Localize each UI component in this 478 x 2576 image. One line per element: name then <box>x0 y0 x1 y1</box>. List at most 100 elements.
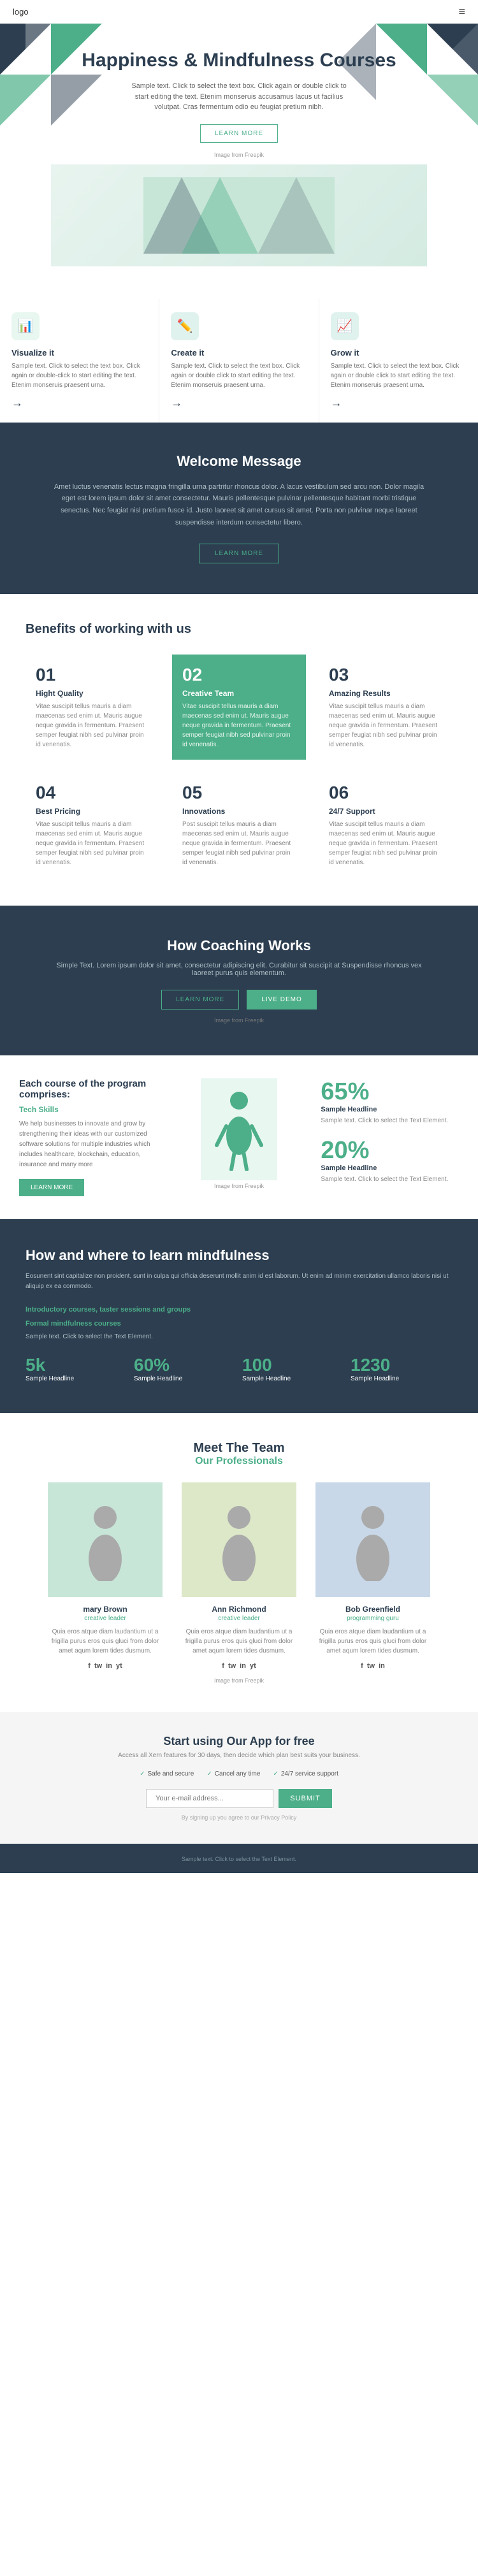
program-heading: Each course of the program comprises: <box>19 1078 157 1100</box>
submit-button[interactable]: SUBMIT <box>279 1789 332 1808</box>
header: logo ≡ <box>0 0 478 24</box>
mind-stat-item: 5k Sample Headline <box>25 1355 127 1385</box>
team-section: Meet The Team Our Professionals mary Bro… <box>0 1413 478 1712</box>
benefit-number: 03 <box>329 665 442 685</box>
benefit-text: Vitae suscipit tellus mauris a diam maec… <box>329 820 442 867</box>
avatar-silhouette-icon <box>80 1498 131 1581</box>
social-icon[interactable]: f <box>88 1662 91 1670</box>
email-form: SUBMIT <box>38 1789 440 1808</box>
app-cta-body: Access all Xern features for 30 days, th… <box>38 1752 440 1759</box>
hero-image-area <box>51 164 427 266</box>
mindfulness-stats: 5k Sample Headline 60% Sample Headline 1… <box>25 1355 453 1385</box>
coaching-live-demo-button[interactable]: LIVE DEMO <box>247 990 316 1009</box>
social-icon[interactable]: f <box>361 1662 363 1670</box>
social-icon[interactable]: tw <box>367 1662 375 1670</box>
benefit-item: 02 Creative Team Vitae suscipit tellus m… <box>172 655 306 760</box>
hero-image-label: Image from Freepik <box>51 152 427 158</box>
social-icon[interactable]: f <box>222 1662 224 1670</box>
benefit-number: 04 <box>36 783 149 803</box>
social-icon[interactable]: in <box>240 1662 246 1670</box>
mind-stat-value: 60% <box>134 1355 236 1375</box>
hamburger-icon[interactable]: ≡ <box>458 5 465 18</box>
card-grow: 📈 Grow it Sample text. Click to select t… <box>319 298 478 423</box>
team-avatar <box>182 1482 296 1597</box>
mind-stat-label: Sample Headline <box>134 1375 236 1382</box>
benefit-number: 06 <box>329 783 442 803</box>
team-member-name: Bob Greenfield <box>315 1605 430 1614</box>
benefits-section: Benefits of working with us 01 Hight Qua… <box>0 594 478 906</box>
card-create-arrow[interactable]: → <box>171 396 182 409</box>
coaching-body: Simple Text. Lorem ipsum dolor sit amet,… <box>51 962 427 977</box>
social-icon[interactable]: tw <box>94 1662 102 1670</box>
hero-learn-more-button[interactable]: LEARN MORE <box>200 124 278 143</box>
coaching-title: How Coaching Works <box>51 937 427 954</box>
avatar-silhouette-icon <box>214 1498 264 1581</box>
welcome-learn-more-button[interactable]: LEARN MORE <box>199 544 279 563</box>
team-member-text: Quia eros atque diam laudantium ut a fri… <box>48 1627 163 1656</box>
team-member-role: programming guru <box>315 1615 430 1622</box>
team-socials: ftwinyt <box>182 1662 296 1670</box>
team-socials: ftwinyt <box>48 1662 163 1670</box>
program-middle: Image from Freepik <box>170 1078 308 1189</box>
terms-text: By signing up you agree to our Privacy P… <box>38 1814 440 1821</box>
app-features: ✓Safe and secure✓Cancel any time✓24/7 se… <box>38 1770 440 1777</box>
card-grow-arrow[interactable]: → <box>331 396 342 409</box>
benefit-title: Amazing Results <box>329 689 442 698</box>
three-cards-section: 📊 Visualize it Sample text. Click to sel… <box>0 298 478 423</box>
person-figure-icon <box>214 1088 264 1171</box>
team-member-name: Ann Richmond <box>182 1605 296 1614</box>
mind-stat-label: Sample Headline <box>351 1375 453 1382</box>
team-avatar <box>48 1482 163 1597</box>
team-member: Bob Greenfield programming guru Quia ero… <box>315 1482 430 1670</box>
social-icon[interactable]: tw <box>228 1662 236 1670</box>
benefit-item: 03 Amazing Results Vitae suscipit tellus… <box>319 655 453 760</box>
mindfulness-body: Eosunent sint capitalize non proident, s… <box>25 1271 453 1292</box>
logo: logo <box>13 7 29 17</box>
benefit-text: Vitae suscipit tellus mauris a diam maec… <box>36 702 149 749</box>
email-input[interactable] <box>146 1789 273 1808</box>
benefit-number: 05 <box>182 783 296 803</box>
checkmark-icon: ✓ <box>206 1770 212 1777</box>
benefit-title: Best Pricing <box>36 807 149 816</box>
hero-triangles-right-icon <box>338 24 478 151</box>
benefit-item: 01 Hight Quality Vitae suscipit tellus m… <box>25 655 159 760</box>
card-visualize-arrow[interactable]: → <box>11 396 23 409</box>
team-member-role: creative leader <box>182 1615 296 1622</box>
benefit-item: 05 Innovations Post suscipit tellus maur… <box>172 772 306 878</box>
footer: Sample text. Click to select the Text El… <box>0 1844 478 1873</box>
card-grow-text: Sample text. Click to select the text bo… <box>331 361 467 390</box>
benefit-text: Vitae suscipit tellus mauris a diam maec… <box>182 702 296 749</box>
team-member: Ann Richmond creative leader Quia eros a… <box>182 1482 296 1670</box>
avatar-silhouette-icon <box>347 1498 398 1581</box>
team-member-text: Quia eros atque diam laudantium ut a fri… <box>315 1627 430 1656</box>
mind-stat-value: 1230 <box>351 1355 453 1375</box>
program-learn-more-button[interactable]: LEARN MORE <box>19 1179 84 1196</box>
app-cta-title: Start using Our App for free <box>38 1735 440 1748</box>
team-avatar <box>315 1482 430 1597</box>
team-grid: mary Brown creative leader Quia eros atq… <box>25 1482 453 1670</box>
social-icon[interactable]: in <box>106 1662 112 1670</box>
social-icon[interactable]: yt <box>116 1662 122 1670</box>
social-icon[interactable]: yt <box>250 1662 256 1670</box>
benefits-title: Benefits of working with us <box>25 622 453 637</box>
card-create-title: Create it <box>171 348 307 358</box>
card-visualize-text: Sample text. Click to select the text bo… <box>11 361 147 390</box>
benefit-title: Innovations <box>182 807 296 816</box>
coaching-learn-more-button[interactable]: LEARN MORE <box>161 990 239 1009</box>
coaching-image-label: Image from Freepik <box>51 1017 427 1024</box>
mind-stat-item: 100 Sample Headline <box>242 1355 344 1385</box>
program-stat1-label: Sample Headline <box>321 1106 459 1113</box>
program-left: Each course of the program comprises: Te… <box>19 1078 157 1196</box>
welcome-section: Welcome Message Amet luctus venenatis le… <box>0 423 478 595</box>
team-socials: ftwin <box>315 1662 430 1670</box>
mind-stat-item: 60% Sample Headline <box>134 1355 236 1385</box>
benefit-text: Vitae suscipit tellus mauris a diam maec… <box>36 820 149 867</box>
mindfulness-formal-label: Formal mindfulness courses <box>25 1319 453 1330</box>
social-icon[interactable]: in <box>379 1662 385 1670</box>
program-stat1-value: 65% <box>321 1078 459 1106</box>
program-image-label: Image from Freepik <box>201 1183 277 1189</box>
card-grow-title: Grow it <box>331 348 467 358</box>
grow-icon: 📈 <box>331 312 359 340</box>
benefit-item: 04 Best Pricing Vitae suscipit tellus ma… <box>25 772 159 878</box>
mind-stat-label: Sample Headline <box>242 1375 344 1382</box>
